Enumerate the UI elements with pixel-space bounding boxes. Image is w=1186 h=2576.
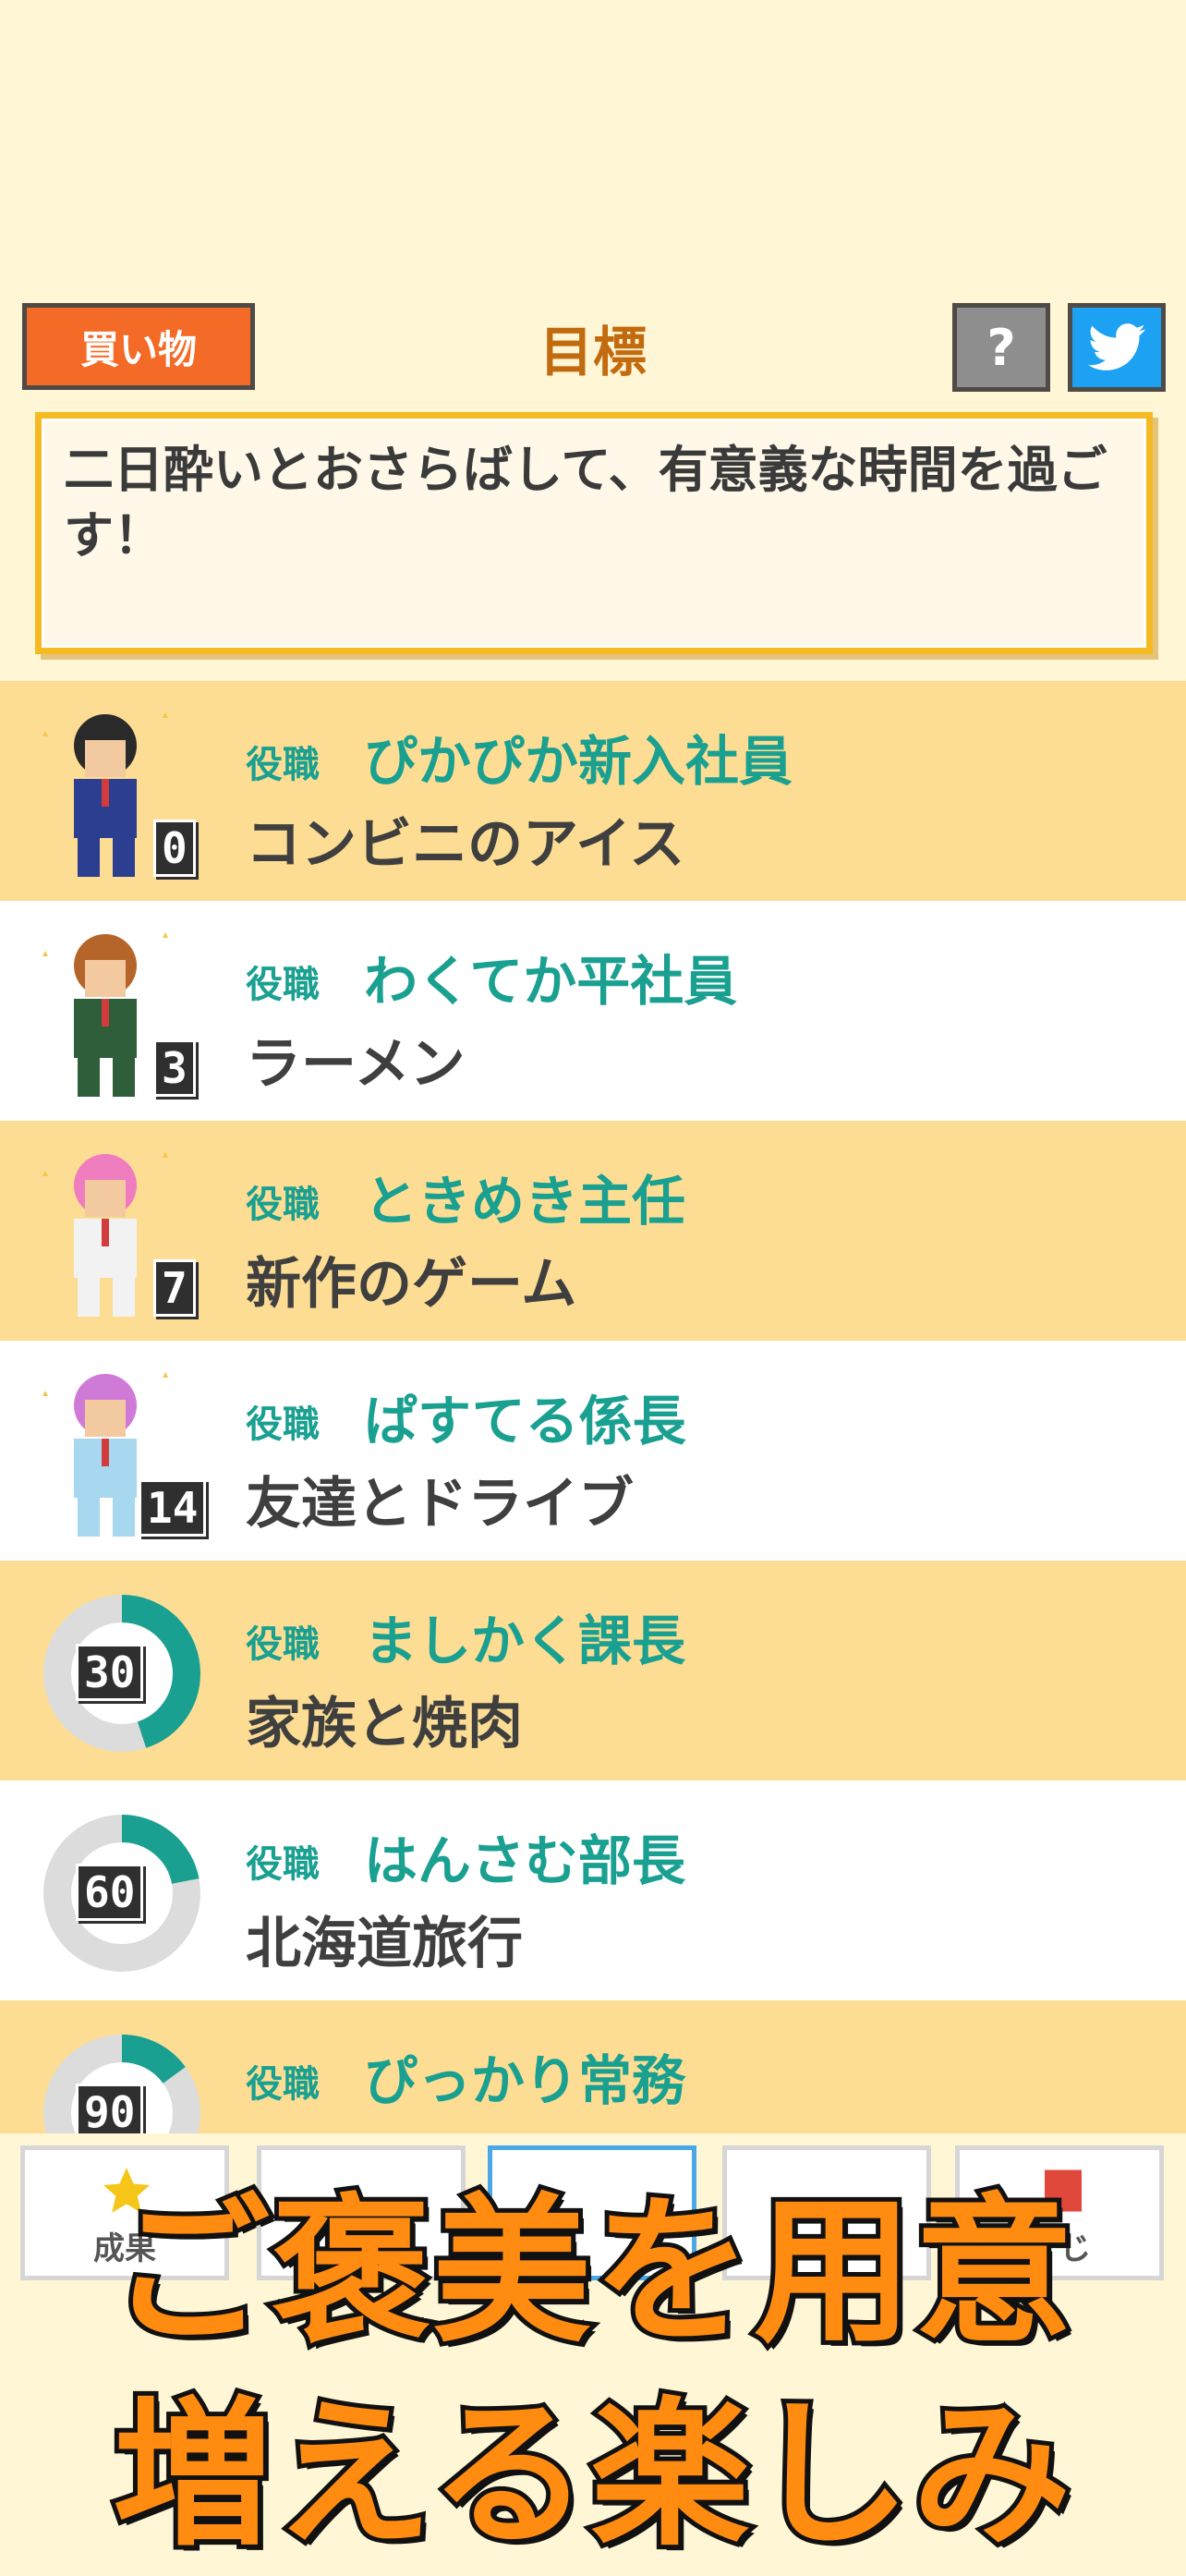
day-count-badge: 0 bbox=[153, 820, 196, 877]
reward-list[interactable]: 0 役職 ぴかぴか新入社員 コンビニのアイス 3 役職 わくてか平社員 ラーメン 7 役職 ときめき… bbox=[0, 681, 1186, 2133]
reward-row[interactable]: 14 役職 ぱすてる係長友達とドライブ bbox=[0, 1341, 1186, 1561]
role-name: はんさむ部長 bbox=[364, 1829, 686, 1892]
help-button[interactable]: ? bbox=[952, 303, 1050, 392]
day-count-badge: 30 bbox=[76, 1644, 144, 1701]
twitter-bird-icon bbox=[1088, 323, 1145, 371]
day-count-badge: 3 bbox=[153, 1039, 196, 1097]
role-label: 役職 bbox=[246, 2063, 320, 2106]
promo-line-2: 増える楽しみ bbox=[109, 2377, 1076, 2572]
reward-row[interactable]: 60 役職 はんさむ部長北海道旅行 bbox=[0, 1780, 1186, 2000]
reward-text: 家族と焼肉 bbox=[246, 1692, 523, 1756]
role-label: 役職 bbox=[246, 744, 320, 786]
reward-text: 友達とドライブ bbox=[246, 1472, 634, 1537]
goal-box[interactable]: 二日酔いとおさらばして、有意義な時間を過ごす！ bbox=[35, 412, 1153, 654]
help-icon: ? bbox=[986, 318, 1016, 377]
day-count-badge: 14 bbox=[139, 1479, 207, 1537]
role-name: ときめき主任 bbox=[364, 1170, 686, 1233]
role-name: ましかく課長 bbox=[364, 1610, 686, 1672]
day-count-badge: 7 bbox=[153, 1259, 196, 1317]
role-label: 役職 bbox=[246, 1843, 320, 1886]
reward-row[interactable]: 30 役職 ましかく課長家族と焼肉 bbox=[0, 1561, 1186, 1780]
role-label: 役職 bbox=[246, 1403, 320, 1446]
promo-line-1: ご褒美を用意 bbox=[106, 2174, 1078, 2369]
goal-text: 二日酔いとおさらばして、有意義な時間を過ごす！ bbox=[64, 441, 1107, 565]
twitter-share-button[interactable] bbox=[1068, 303, 1166, 392]
reward-row[interactable]: 3 役職 わくてか平社員ラーメン bbox=[0, 901, 1186, 1121]
role-label: 役職 bbox=[246, 1184, 320, 1226]
reward-text: コンビニのアイス bbox=[246, 812, 685, 877]
role-name: ぴかぴか新入社員 bbox=[364, 730, 793, 793]
reward-row[interactable]: 90 役職 ぴっかり常務 bbox=[0, 2000, 1186, 2133]
role-label: 役職 bbox=[246, 964, 320, 1006]
reward-row[interactable]: 7 役職 ときめき主任新作のゲーム bbox=[0, 1121, 1186, 1341]
reward-text: ラーメン bbox=[246, 1032, 466, 1097]
header-bar: 買い物 目標 ? bbox=[0, 303, 1186, 395]
reward-row[interactable]: 0 役職 ぴかぴか新入社員コンビニのアイス bbox=[0, 681, 1186, 901]
reward-text: 北海道旅行 bbox=[246, 1912, 523, 1976]
day-count-badge: 60 bbox=[76, 1864, 144, 1921]
role-name: ぴっかり常務 bbox=[364, 2049, 686, 2112]
reward-text: 新作のゲーム bbox=[246, 1252, 577, 1317]
role-name: わくてか平社員 bbox=[364, 950, 738, 1013]
day-count-badge: 90 bbox=[76, 2084, 144, 2133]
role-label: 役職 bbox=[246, 1623, 320, 1666]
role-name: ぱすてる係長 bbox=[364, 1390, 686, 1452]
